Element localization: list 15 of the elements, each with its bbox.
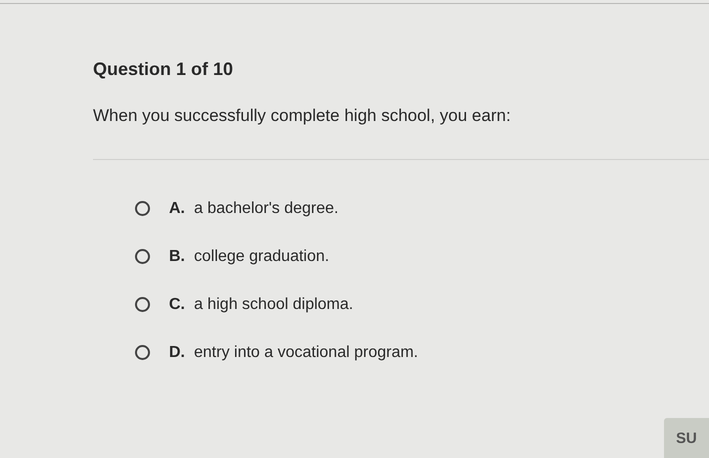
option-letter: D. [169, 344, 186, 362]
radio-button[interactable] [135, 345, 150, 360]
option-text[interactable]: a bachelor's degree. [194, 200, 338, 218]
option-text[interactable]: entry into a vocational program. [194, 344, 418, 362]
submit-button[interactable]: SU [664, 418, 709, 458]
option-text[interactable]: college graduation. [194, 248, 330, 266]
radio-button[interactable] [135, 201, 150, 216]
radio-button[interactable] [135, 297, 150, 312]
option-text[interactable]: a high school diploma. [194, 296, 354, 314]
question-text: When you successfully complete high school, you earn: [93, 105, 512, 127]
option-letter: B. [169, 248, 186, 266]
option-letter: C. [169, 296, 186, 314]
question-title: Question 1 of 10 [93, 58, 234, 80]
radio-button[interactable] [135, 249, 150, 264]
option-letter: A. [169, 200, 186, 218]
